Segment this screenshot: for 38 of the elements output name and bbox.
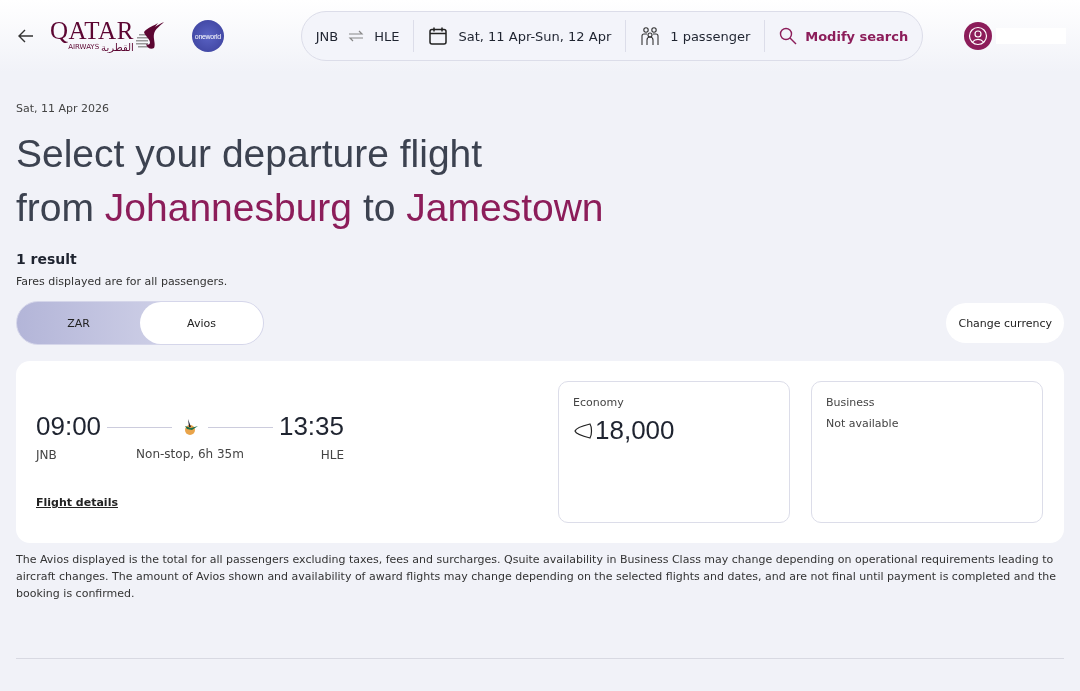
logo-arabic: القطرية bbox=[101, 41, 134, 53]
heading-to: to bbox=[362, 186, 396, 229]
currency-tab[interactable]: Avios bbox=[140, 302, 263, 344]
flight-details-link[interactable]: Flight details bbox=[36, 496, 118, 509]
fare-price: 18,000 bbox=[595, 415, 675, 446]
departure-code: JNB bbox=[36, 448, 58, 462]
arrival-code: HLE bbox=[320, 448, 344, 462]
fare-option-card[interactable]: Economy 18,000 bbox=[558, 381, 790, 523]
destination-city: Jamestown bbox=[406, 186, 604, 229]
swap-icon[interactable] bbox=[348, 30, 365, 42]
calendar-icon bbox=[428, 26, 449, 46]
fare-option-card[interactable]: Business Not available bbox=[811, 381, 1043, 523]
travel-dates[interactable]: Sat, 11 Apr-Sun, 12 Apr bbox=[458, 28, 612, 44]
avios-icon bbox=[573, 420, 593, 441]
origin-code[interactable]: JNB bbox=[315, 28, 339, 44]
departure-time: 09:00 bbox=[36, 411, 102, 442]
currency-tab[interactable]: ZAR bbox=[17, 302, 140, 344]
fare-unavailable: Not available bbox=[826, 417, 899, 430]
back-arrow-icon[interactable] bbox=[18, 29, 34, 43]
people-icon bbox=[640, 26, 661, 46]
cabin-name: Economy bbox=[573, 396, 624, 409]
origin-city: Johannesburg bbox=[104, 186, 353, 229]
heading-from: from bbox=[16, 186, 94, 229]
cabin-name: Business bbox=[826, 396, 875, 409]
destination-code[interactable]: HLE bbox=[374, 28, 400, 44]
passenger-count[interactable]: 1 passenger bbox=[670, 28, 751, 44]
user-avatar-icon[interactable] bbox=[964, 22, 992, 50]
fare-note: Fares displayed are for all passengers. bbox=[16, 275, 229, 288]
result-count: 1 result bbox=[16, 251, 78, 267]
arrival-time: 13:35 bbox=[278, 411, 344, 442]
change-currency-button[interactable]: Change currency bbox=[946, 303, 1064, 343]
search-icon bbox=[779, 27, 798, 45]
page-heading: Select your departure flight bbox=[16, 131, 484, 177]
disclaimer-text: The Avios displayed is the total for all passengers excluding taxes, fees and surcharges. Qsuite availability in Business Class may change depending on operational requirements leading to aircraft changes. The amount of Avios shown and availability of award flights may change depending on the selected flights and dates, and are not final until payment is completed and the booking is confirmed. bbox=[16, 552, 1057, 602]
logo-wordmark: QATAR bbox=[50, 19, 134, 42]
modify-search-button[interactable]: Modify search bbox=[765, 20, 909, 52]
flight-duration: Non-stop, 6h 35m bbox=[136, 447, 244, 461]
flight-date: Sat, 11 Apr 2026 bbox=[16, 102, 111, 115]
